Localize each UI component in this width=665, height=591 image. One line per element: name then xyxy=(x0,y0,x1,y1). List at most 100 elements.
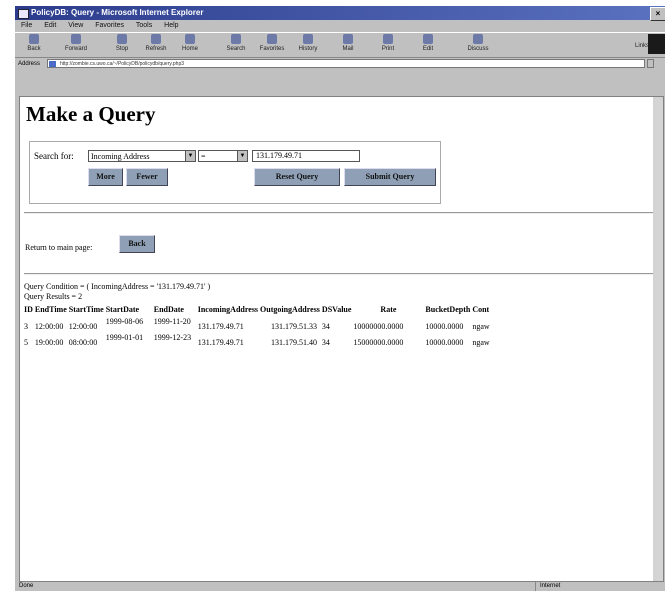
forward-arrow-icon xyxy=(71,34,81,44)
menu-favorites[interactable]: Favorites xyxy=(95,22,124,29)
chevron-down-icon: ▼ xyxy=(237,151,247,161)
discuss-button[interactable]: Discuss xyxy=(463,34,493,52)
cell-startdate: 1999-08-06 xyxy=(105,317,144,326)
cell-id: 5 xyxy=(24,338,28,347)
mail-button[interactable]: Mail xyxy=(333,34,363,52)
col-rate: Rate xyxy=(380,305,397,314)
cell-startdate: 1999-01-01 xyxy=(105,333,144,342)
history-icon xyxy=(303,34,313,44)
operator-select[interactable]: = ▼ xyxy=(198,150,248,162)
vertical-scrollbar[interactable] xyxy=(653,97,663,581)
search-value-input[interactable]: 131.179.49.71 xyxy=(252,150,360,162)
cell-cont: ngaw xyxy=(472,338,490,347)
back-button[interactable]: Back xyxy=(19,34,49,52)
window-title: PolicyDB: Query - Microsoft Internet Exp… xyxy=(31,8,204,17)
page-icon xyxy=(49,61,56,67)
divider xyxy=(24,212,656,214)
print-label: Print xyxy=(381,46,395,52)
page-content: Make a Query Search for: Incoming Addres… xyxy=(19,96,664,582)
menu-view[interactable]: View xyxy=(68,22,83,29)
cell-starttime: 12:00:00 xyxy=(68,322,98,331)
query-form: Search for: Incoming Address ▼ = ▼ 131.1… xyxy=(29,141,441,204)
cell-enddate: 1999-11-20 xyxy=(153,317,191,326)
table-row: 5 19:00:00 08:00:00 1999-01-01 1999-12-2… xyxy=(23,332,491,348)
col-incomingaddress: IncomingAddress xyxy=(197,305,259,314)
address-input[interactable]: http://zombie.cs.uwo.ca/~/PolicyDB/polic… xyxy=(47,59,645,68)
cell-id: 3 xyxy=(24,322,28,331)
cell-bucketdepth: 10000.0000 xyxy=(425,322,464,331)
cell-incomingaddress: 131.179.49.71 xyxy=(197,322,244,331)
cell-bucketdepth: 10000.0000 xyxy=(425,338,464,347)
address-label: Address xyxy=(18,61,41,67)
cell-dsvalue: 34 xyxy=(321,322,330,331)
stop-label: Stop xyxy=(115,46,129,52)
cell-rate: 15000000.0000 xyxy=(353,338,404,347)
cell-cont: ngaw xyxy=(472,322,490,331)
menu-tools[interactable]: Tools xyxy=(136,22,152,29)
stop-icon xyxy=(117,34,127,44)
page-title: Make a Query xyxy=(26,102,156,126)
field-select[interactable]: Incoming Address ▼ xyxy=(88,150,196,162)
mail-icon xyxy=(343,34,353,44)
cell-outgoingaddress: 131.179.51.33 xyxy=(271,322,318,331)
mail-label: Mail xyxy=(342,46,354,52)
address-bar: Address http://zombie.cs.uwo.ca/~/Policy… xyxy=(15,58,665,70)
search-label: Search for: xyxy=(34,151,74,161)
menu-file[interactable]: File xyxy=(21,22,32,29)
cell-endtime: 12:00:00 xyxy=(34,322,64,331)
cell-enddate: 1999-12-23 xyxy=(153,333,192,342)
col-dsvalue: DSValue xyxy=(321,305,352,314)
col-cont: Cont xyxy=(472,305,490,314)
ie-logo-throbber xyxy=(648,34,665,54)
col-starttime: StartTime xyxy=(68,305,104,314)
chevron-down-icon: ▼ xyxy=(185,151,195,161)
search-button[interactable]: Search xyxy=(221,34,251,52)
query-summary: Query Condition = ( IncomingAddress = '1… xyxy=(24,282,210,302)
print-button[interactable]: Print xyxy=(373,34,403,52)
edit-button[interactable]: Edit xyxy=(413,34,443,52)
col-id: ID xyxy=(24,305,33,314)
stop-button[interactable]: Stop xyxy=(107,34,137,52)
fewer-button[interactable]: Fewer xyxy=(126,168,168,186)
print-icon xyxy=(383,34,393,44)
back-label: Back xyxy=(27,46,41,52)
address-dropdown[interactable] xyxy=(647,59,654,68)
field-select-value: Incoming Address xyxy=(91,152,150,161)
discuss-icon xyxy=(473,34,483,44)
more-button[interactable]: More xyxy=(88,168,123,186)
refresh-button[interactable]: Refresh xyxy=(141,34,171,52)
favorites-label: Favorites xyxy=(259,46,285,52)
cell-outgoingaddress: 131.179.51.40 xyxy=(271,338,318,347)
results-table: ID EndTime StartTime StartDate EndDate I… xyxy=(23,303,491,348)
history-label: History xyxy=(298,46,318,52)
query-condition: Query Condition = ( IncomingAddress = '1… xyxy=(24,282,211,291)
refresh-label: Refresh xyxy=(145,46,167,52)
submit-query-button[interactable]: Submit Query xyxy=(344,168,436,186)
favorites-icon xyxy=(267,34,277,44)
return-label: Return to main page: xyxy=(25,243,93,252)
ie-icon xyxy=(18,9,29,19)
favorites-button[interactable]: Favorites xyxy=(257,34,287,52)
refresh-icon xyxy=(151,34,161,44)
discuss-label: Discuss xyxy=(467,46,489,52)
col-outgoingaddress: OutgoingAddress xyxy=(260,305,320,314)
edit-icon xyxy=(423,34,433,44)
home-icon xyxy=(185,34,195,44)
reset-query-button[interactable]: Reset Query xyxy=(254,168,340,186)
forward-button[interactable]: Forward xyxy=(61,34,91,52)
menu-edit[interactable]: Edit xyxy=(44,22,56,29)
divider xyxy=(24,273,656,275)
close-window-button[interactable]: × xyxy=(650,7,665,21)
search-icon xyxy=(231,34,241,44)
toolbar: Back Forward Stop Refresh Home Search Fa… xyxy=(15,32,665,58)
query-results-count: Query Results = 2 xyxy=(24,292,83,301)
edit-label: Edit xyxy=(422,46,434,52)
home-button[interactable]: Home xyxy=(175,34,205,52)
home-label: Home xyxy=(181,46,198,52)
cell-endtime: 19:00:00 xyxy=(34,338,64,347)
cell-rate: 10000000.0000 xyxy=(353,322,404,331)
history-button[interactable]: History xyxy=(293,34,323,52)
menu-help[interactable]: Help xyxy=(164,22,178,29)
back-page-button[interactable]: Back xyxy=(119,235,155,253)
cell-starttime: 08:00:00 xyxy=(68,338,98,347)
